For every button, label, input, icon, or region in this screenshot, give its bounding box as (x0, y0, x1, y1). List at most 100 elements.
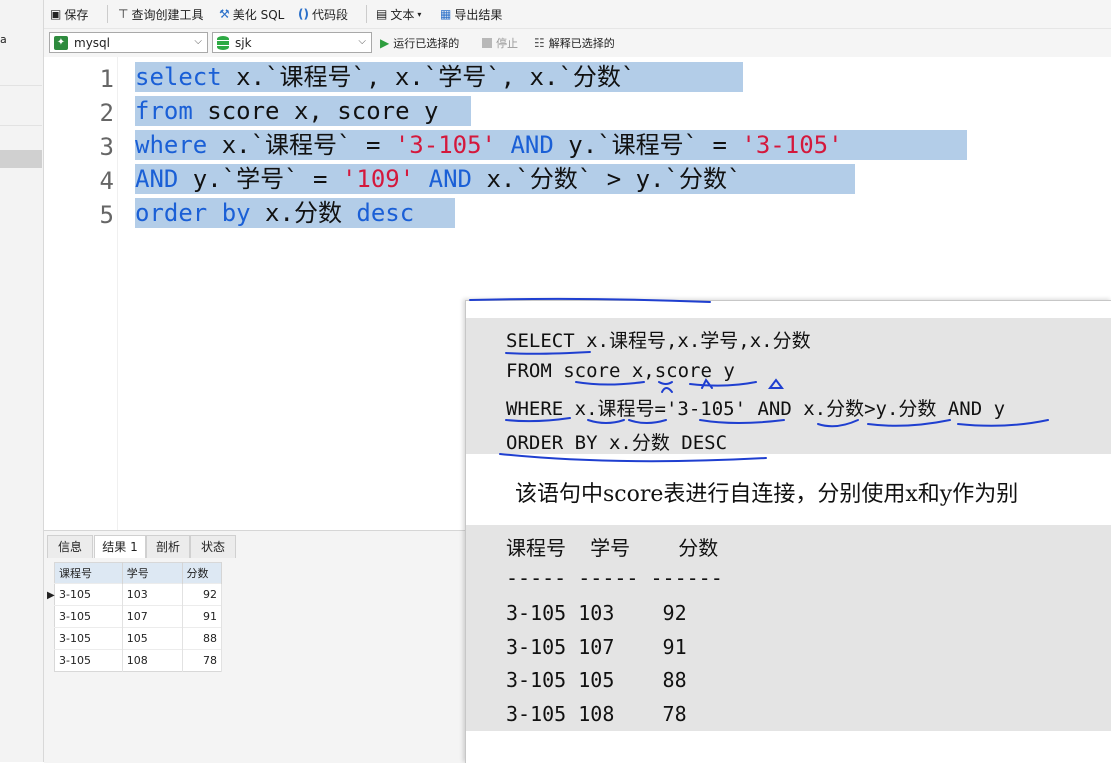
annotation-stroke (499, 453, 767, 463)
grid-cell[interactable]: 92 (182, 583, 222, 606)
annotation-stroke (701, 378, 713, 389)
result-grid[interactable]: 课程号 学号 分数 3-105 103 92 3-105 107 91 3-10… (54, 562, 222, 672)
line-number: 1 (99, 65, 114, 93)
beautify-sql-label: 美化 SQL (232, 7, 285, 22)
pane-selected-item[interactable] (0, 150, 42, 168)
grid-cell[interactable]: 91 (182, 605, 222, 628)
save-icon: ▣ (50, 7, 62, 21)
annotation-stroke (575, 381, 645, 386)
pen-annotations (469, 297, 1049, 463)
database-select[interactable]: sjk ⌵ (212, 32, 372, 53)
tab-result-1[interactable]: 结果 1 (94, 535, 146, 558)
column-header[interactable]: 课程号 (54, 562, 123, 584)
annotation-stroke (658, 381, 673, 385)
grid-cell[interactable]: 103 (122, 583, 183, 606)
table-row[interactable]: 3-105 107 91 (54, 605, 222, 628)
code-line-1[interactable]: select x.`课程号`, x.`学号`, x.`分数` (135, 62, 743, 92)
code-line-2[interactable]: from score x, score y (135, 96, 471, 126)
slide-result-row: 3-105 107 91 (506, 635, 687, 659)
slide-result-header: 课程号 学号 分数 (506, 536, 719, 560)
explain-selected-button[interactable]: ☷ 解释已选择的 (534, 35, 615, 51)
annotation-stroke (469, 297, 711, 303)
pane-divider (0, 125, 42, 126)
run-selected-button[interactable]: ▶ 运行已选择的 (380, 35, 459, 51)
tab-info-label: 信息 (57, 540, 82, 554)
slide-result-row: 3-105 103 92 (506, 601, 687, 625)
annotation-stroke (867, 419, 951, 427)
code-line-4[interactable]: AND y.`学号` = '109' AND x.`分数` > y.`分数` (135, 164, 855, 194)
slide-explanation-text: 该语句中score表进行自连接，分别使用x和y作为别 (515, 482, 1019, 507)
table-row[interactable]: 3-105 105 88 (54, 627, 222, 650)
stop-icon (482, 38, 492, 48)
query-builder-icon: ⊤ (118, 7, 129, 21)
grid-cell[interactable]: 3-105 (54, 649, 123, 672)
main-toolbar: ▣ 保存 ⊤ 查询创建工具 ⚒ 美化 SQL () 代码段 ▤ 文本 ▾ ▦ 导… (44, 0, 1111, 29)
stop-label: 停止 (496, 37, 518, 50)
annotation-stroke (505, 417, 571, 423)
table-row[interactable]: 3-105 103 92 (54, 583, 222, 606)
grid-cell[interactable]: 78 (182, 649, 222, 672)
annotation-stroke (768, 378, 784, 389)
slide-result-row: 3-105 105 88 (506, 668, 687, 692)
code-snippet-button[interactable]: () 代码段 (298, 5, 348, 23)
grid-cell[interactable]: 3-105 (54, 583, 123, 606)
line-number: 3 (99, 133, 114, 161)
annotation-stroke (505, 351, 591, 355)
annotation-stroke (628, 419, 667, 424)
grid-cell[interactable]: 3-105 (54, 605, 123, 628)
connection-select[interactable]: ✦ mysql ⌵ (49, 32, 208, 53)
gutter-divider (117, 57, 118, 530)
table-row[interactable]: 3-105 108 78 (54, 649, 222, 672)
database-icon (217, 35, 229, 50)
connection-bar: ✦ mysql ⌵ sjk ⌵ ▶ 运行已选择的 停止 ☷ 解释已选择的 (44, 29, 1111, 58)
chevron-down-icon: ⌵ (358, 36, 366, 47)
export-grid-icon: ▦ (440, 7, 452, 21)
annotation-stroke (587, 419, 625, 424)
query-builder-label: 查询创建工具 (131, 7, 204, 22)
annotation-stroke (689, 381, 757, 387)
stop-button[interactable]: 停止 (482, 35, 518, 51)
code-line-3[interactable]: where x.`课程号` = '3-105' AND y.`课程号` = '3… (135, 130, 967, 160)
tab-profile[interactable]: 剖析 (146, 535, 190, 558)
column-header[interactable]: 学号 (122, 562, 183, 584)
line-number: 4 (99, 167, 114, 195)
line-number: 5 (99, 201, 114, 229)
snippet-icon: () (298, 7, 309, 21)
line-number: 2 (99, 99, 114, 127)
export-results-button[interactable]: ▦ 导出结果 (440, 5, 502, 23)
grid-cell[interactable]: 107 (122, 605, 183, 628)
current-row-pointer-icon: ▶ (47, 590, 55, 601)
text-menu-button[interactable]: ▤ 文本 ▾ (376, 5, 421, 23)
tab-status[interactable]: 状态 (190, 535, 236, 558)
save-button[interactable]: ▣ 保存 (50, 5, 88, 23)
connection-value: mysql (74, 35, 110, 50)
column-header[interactable]: 分数 (182, 562, 222, 584)
explain-selected-label: 解释已选择的 (548, 37, 615, 50)
slide-result-row: 3-105 108 78 (506, 702, 687, 726)
grid-cell[interactable]: 3-105 (54, 627, 123, 650)
dropdown-arrow-icon: ▾ (417, 9, 422, 19)
document-icon: ▤ (376, 7, 388, 21)
chevron-down-icon: ⌵ (194, 36, 202, 47)
save-label: 保存 (64, 7, 89, 22)
run-selected-label: 运行已选择的 (393, 37, 460, 50)
toolbar-divider (366, 5, 367, 23)
annotation-stroke (957, 419, 1049, 427)
code-line-5[interactable]: order by x.分数 desc (135, 198, 455, 228)
tab-info[interactable]: 信息 (47, 535, 93, 558)
pane-text-fragment: a (0, 33, 7, 46)
magic-wand-icon: ⚒ (219, 7, 230, 21)
annotation-stroke (817, 419, 859, 428)
export-results-label: 导出结果 (454, 7, 503, 22)
grid-cell[interactable]: 88 (182, 627, 222, 650)
beautify-sql-button[interactable]: ⚒ 美化 SQL (219, 5, 284, 23)
query-builder-button[interactable]: ⊤ 查询创建工具 (118, 5, 203, 23)
text-menu-label: 文本 (390, 7, 415, 22)
grid-header-row: 课程号 学号 分数 (54, 562, 222, 584)
pane-divider (0, 85, 42, 86)
tab-result-1-label: 结果 1 (102, 540, 138, 554)
tab-profile-label: 剖析 (155, 540, 180, 554)
grid-cell[interactable]: 108 (122, 649, 183, 672)
grid-cell[interactable]: 105 (122, 627, 183, 650)
slide-result-divider: ----- ----- ------ (506, 566, 723, 590)
